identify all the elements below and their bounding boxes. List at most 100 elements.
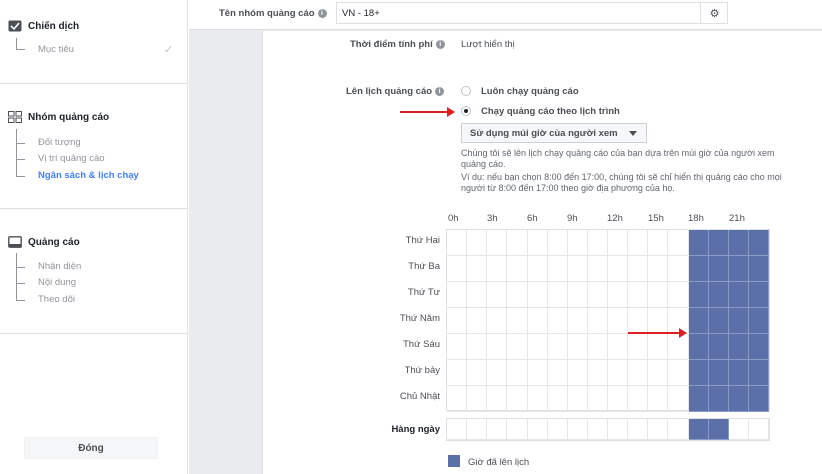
schedule-cell[interactable]: [648, 334, 669, 360]
schedule-cell[interactable]: [668, 360, 689, 386]
schedule-cell[interactable]: [567, 334, 588, 360]
schedule-cell[interactable]: [527, 282, 548, 308]
schedule-cell[interactable]: [487, 256, 508, 282]
schedule-cell[interactable]: [728, 308, 749, 334]
info-icon[interactable]: i: [435, 86, 445, 96]
schedule-cell[interactable]: [708, 230, 729, 256]
schedule-cell[interactable]: [608, 360, 629, 386]
schedule-cell[interactable]: [748, 308, 769, 334]
schedule-cell[interactable]: [628, 334, 649, 360]
schedule-cell[interactable]: [507, 334, 528, 360]
daily-cell[interactable]: [688, 419, 709, 440]
schedule-cell[interactable]: [547, 282, 568, 308]
schedule-cell[interactable]: [708, 334, 729, 360]
schedule-cell[interactable]: [608, 308, 629, 334]
schedule-cell[interactable]: [728, 360, 749, 386]
schedule-cell[interactable]: [708, 386, 729, 412]
daily-cell[interactable]: [507, 419, 528, 440]
schedule-cell[interactable]: [527, 256, 548, 282]
schedule-cell[interactable]: [587, 256, 608, 282]
sidebar-item-identity[interactable]: Nhận diện: [38, 261, 81, 272]
schedule-cell[interactable]: [507, 386, 528, 412]
schedule-cell[interactable]: [608, 256, 629, 282]
info-icon[interactable]: i: [317, 8, 327, 18]
schedule-cell[interactable]: [587, 334, 608, 360]
schedule-cell[interactable]: [648, 282, 669, 308]
schedule-cell[interactable]: [567, 230, 588, 256]
schedule-cell[interactable]: [547, 230, 568, 256]
schedule-cell[interactable]: [447, 256, 468, 282]
daily-cell[interactable]: [748, 419, 769, 440]
schedule-cell[interactable]: [728, 256, 749, 282]
schedule-cell[interactable]: [608, 282, 629, 308]
sidebar-section-ad[interactable]: Quảng cáo: [8, 236, 80, 248]
schedule-cell[interactable]: [748, 334, 769, 360]
sidebar-section-campaign[interactable]: Chiến dịch: [8, 20, 79, 32]
schedule-cell[interactable]: [567, 256, 588, 282]
schedule-cell[interactable]: [447, 308, 468, 334]
schedule-cell[interactable]: [628, 386, 649, 412]
schedule-cell[interactable]: [728, 230, 749, 256]
radio-run-on-schedule[interactable]: [461, 106, 471, 116]
info-icon[interactable]: i: [435, 39, 445, 49]
daily-cell[interactable]: [648, 419, 669, 440]
schedule-cell[interactable]: [688, 386, 709, 412]
sidebar-item-tracking[interactable]: Theo dõi: [38, 294, 75, 305]
schedule-cell[interactable]: [688, 360, 709, 386]
schedule-cell[interactable]: [487, 334, 508, 360]
schedule-cell[interactable]: [668, 282, 689, 308]
schedule-cell[interactable]: [648, 230, 669, 256]
schedule-cell[interactable]: [467, 386, 488, 412]
schedule-cell[interactable]: [467, 308, 488, 334]
schedule-cell[interactable]: [648, 308, 669, 334]
daily-cell[interactable]: [567, 419, 588, 440]
schedule-cell[interactable]: [728, 282, 749, 308]
close-button[interactable]: Đóng: [24, 437, 158, 459]
schedule-cell[interactable]: [527, 230, 548, 256]
schedule-cell[interactable]: [467, 282, 488, 308]
schedule-cell[interactable]: [587, 360, 608, 386]
schedule-cell[interactable]: [527, 308, 548, 334]
schedule-cell[interactable]: [668, 386, 689, 412]
schedule-cell[interactable]: [467, 360, 488, 386]
schedule-cell[interactable]: [487, 386, 508, 412]
schedule-cell[interactable]: [608, 334, 629, 360]
sidebar-item-audience[interactable]: Đối tượng: [38, 137, 81, 148]
schedule-cell[interactable]: [547, 360, 568, 386]
sidebar-item-budget-schedule[interactable]: Ngân sách & lịch chạy: [38, 170, 139, 181]
schedule-cell[interactable]: [547, 308, 568, 334]
schedule-cell[interactable]: [587, 282, 608, 308]
option-run-on-schedule[interactable]: Chạy quảng cáo theo lịch trình: [481, 106, 620, 117]
schedule-cell[interactable]: [507, 230, 528, 256]
schedule-cell[interactable]: [628, 308, 649, 334]
option-always-run[interactable]: Luôn chạy quảng cáo: [481, 86, 579, 97]
daily-cell[interactable]: [628, 419, 649, 440]
schedule-cell[interactable]: [547, 334, 568, 360]
schedule-cell[interactable]: [628, 256, 649, 282]
daily-cell[interactable]: [668, 419, 689, 440]
sidebar-item-content[interactable]: Nội dung: [38, 277, 76, 288]
schedule-cell[interactable]: [688, 308, 709, 334]
schedule-cell[interactable]: [748, 230, 769, 256]
schedule-cell[interactable]: [487, 230, 508, 256]
schedule-cell[interactable]: [688, 256, 709, 282]
schedule-cell[interactable]: [748, 256, 769, 282]
schedule-cell[interactable]: [648, 360, 669, 386]
schedule-cell[interactable]: [527, 386, 548, 412]
schedule-cell[interactable]: [628, 360, 649, 386]
schedule-cell[interactable]: [527, 360, 548, 386]
schedule-cell[interactable]: [447, 282, 468, 308]
sidebar-item-placement[interactable]: Vị trí quảng cáo: [38, 153, 105, 164]
daily-cell[interactable]: [587, 419, 608, 440]
schedule-cell[interactable]: [728, 386, 749, 412]
schedule-cell[interactable]: [487, 360, 508, 386]
schedule-cell[interactable]: [688, 230, 709, 256]
radio-always-run[interactable]: [461, 86, 471, 96]
schedule-cell[interactable]: [748, 360, 769, 386]
sidebar-item-objective[interactable]: Mục tiêu: [38, 44, 74, 55]
schedule-cell[interactable]: [648, 386, 669, 412]
daily-cell[interactable]: [708, 419, 729, 440]
schedule-cell[interactable]: [728, 334, 749, 360]
daily-cell[interactable]: [527, 419, 548, 440]
schedule-cell[interactable]: [467, 334, 488, 360]
